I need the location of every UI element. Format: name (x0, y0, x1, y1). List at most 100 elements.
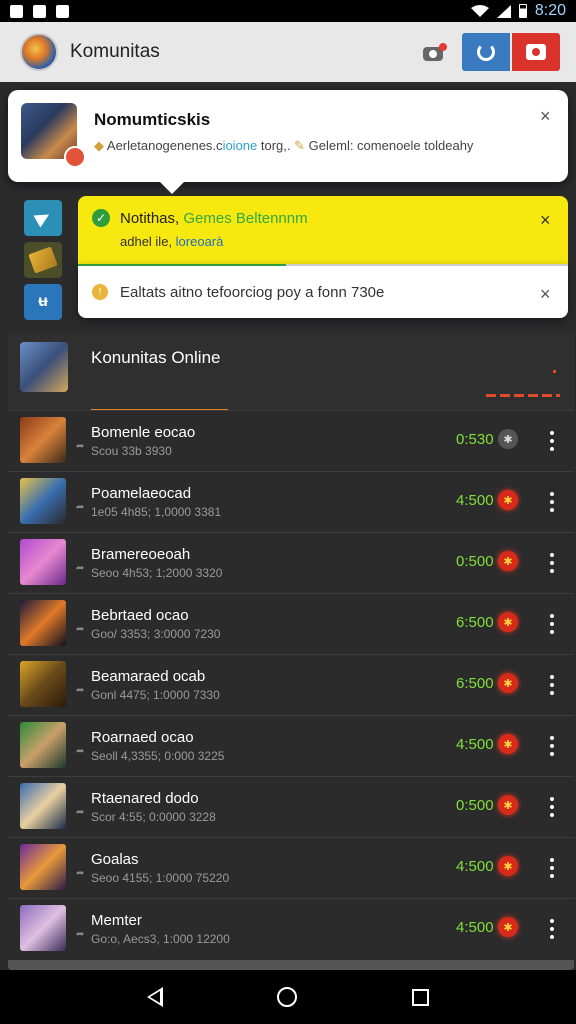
item-thumbnail (20, 478, 66, 524)
item-thumbnail (20, 783, 66, 829)
status-time: 8:20 (534, 2, 566, 19)
ticket-shortcut[interactable] (24, 242, 62, 278)
more-icon[interactable] (544, 795, 560, 819)
section-header: Konunitas Online (8, 332, 574, 412)
notification-subtitle: ◆ Aerletanogenenes.cioione torg,. ✎ Gele… (94, 138, 474, 153)
info-alert[interactable]: ! Ealtats aitno tefoorciog poy a fonn 73… (78, 264, 568, 318)
more-icon[interactable] (544, 612, 560, 636)
list-item[interactable]: ➦ Beamaraed ocab Gonl 4475; 1:0000 7330 6:5… (8, 654, 574, 715)
item-thumbnail (20, 539, 66, 585)
item-badge-icon: ✱ (498, 551, 518, 571)
item-badge-icon: ✱ (498, 490, 518, 510)
wifi-icon (470, 5, 489, 17)
list-item[interactable]: ➦ Bomenle eocao Scou 33b 3930 0:530 ✱ (8, 410, 574, 471)
list-item[interactable]: ➦ Goalas Seoo 4155; 1:0000 75220 4:500 ✱ (8, 837, 574, 898)
item-thumbnail (20, 661, 66, 707)
item-score: 6:500 (456, 675, 494, 692)
more-icon[interactable] (544, 734, 560, 758)
item-badge-icon: ✱ (498, 795, 518, 815)
app-logo[interactable] (20, 33, 58, 71)
ticket-icon (28, 246, 58, 274)
status-dashes (486, 394, 560, 397)
item-badge-icon: ✱ (498, 612, 518, 632)
chat-icon (526, 44, 546, 60)
list-item[interactable]: ➦ Rtaenared dodo Scor 4:55; 0:0000 3228 0:5… (8, 776, 574, 837)
share-icon: ➦ (76, 685, 85, 696)
section-thumbnail (20, 342, 68, 392)
more-icon[interactable] (544, 490, 560, 514)
list-bottom-edge (8, 960, 574, 970)
item-subtitle: Scou 33b 3930 (91, 444, 172, 458)
app-bar: Komunitas (0, 22, 576, 82)
notification-title: Nomumticskis (94, 110, 211, 129)
share-icon: ➦ (76, 807, 85, 818)
check-icon: ✓ (92, 209, 110, 227)
alert-title: Notithas, Gemes Beltennnm (120, 210, 308, 227)
close-icon[interactable]: × (540, 284, 551, 305)
item-score: 4:500 (456, 492, 494, 509)
share-icon: ➦ (76, 563, 85, 574)
pin-icon: ◆ (94, 138, 107, 153)
more-icon[interactable] (544, 856, 560, 880)
info-text: Ealtats aitno tefoorciog poy a fonn 730e (120, 284, 385, 301)
notification-card[interactable]: Nomumticskis ◆ Aerletanogenenes.cioione … (8, 90, 568, 194)
list-item[interactable]: ➦ Bramereoeoah Seoo 4h53; 1;2000 3320 0:500… (8, 532, 574, 593)
notification-icon (33, 4, 46, 18)
brand-shortcut[interactable]: ʉ (24, 284, 62, 320)
more-icon[interactable] (544, 673, 560, 697)
item-title: Bebrtaed ocao (91, 607, 189, 624)
signal-icon (496, 4, 511, 18)
item-badge-icon: ✱ (498, 673, 518, 693)
item-badge-icon: ✱ (498, 734, 518, 754)
side-shortcuts: ʉ (24, 200, 62, 326)
item-badge-icon: ✱ (498, 429, 518, 449)
section-title: Konunitas Online (91, 348, 221, 367)
camera-icon[interactable] (422, 41, 447, 63)
item-score: 0:500 (456, 553, 494, 570)
item-subtitle: Scor 4:55; 0:0000 3228 (91, 810, 216, 824)
list-item[interactable]: ➦ Poamelaeocad 1e05 4h85; 1,0000 3381 4:500… (8, 471, 574, 532)
close-icon[interactable]: × (540, 106, 551, 127)
item-badge-icon: ✱ (498, 856, 518, 876)
item-badge-icon: ✱ (498, 917, 518, 937)
success-alert[interactable]: ✓ Notithas, Gemes Beltennnm adhel ile, l… (78, 196, 568, 264)
item-thumbnail (20, 600, 66, 646)
more-icon[interactable] (544, 917, 560, 941)
item-subtitle: Seoo 4h53; 1;2000 3320 (91, 566, 223, 580)
chat-button[interactable] (512, 33, 560, 71)
info-icon: ! (92, 284, 108, 300)
share-icon: ➦ (76, 502, 85, 513)
share-icon: ➦ (76, 746, 85, 757)
alert-progress (78, 264, 286, 266)
more-icon[interactable] (544, 429, 560, 453)
item-title: Bramereoeoah (91, 546, 191, 563)
list-item[interactable]: ➦ Roarnaed ocao Seoll 4,3355; 0:000 3225 4:… (8, 715, 574, 776)
refresh-icon (477, 43, 495, 61)
back-icon[interactable] (147, 987, 164, 1007)
home-icon[interactable] (277, 987, 298, 1007)
battery-icon (518, 4, 527, 18)
more-icon[interactable] (544, 551, 560, 575)
notification-badge (64, 146, 86, 168)
alert-subtitle: adhel ile, loreoarà (120, 234, 224, 249)
refresh-button[interactable] (462, 33, 510, 71)
item-thumbnail (20, 905, 66, 951)
item-score: 0:500 (456, 797, 494, 814)
system-nav-bar (0, 970, 576, 1024)
item-subtitle: Seoll 4,3355; 0:000 3225 (91, 749, 225, 763)
list-item[interactable]: ➦ Bebrtaed ocao Goo/ 3353; 3:0000 7230 6:50… (8, 593, 574, 654)
send-icon (33, 208, 53, 228)
app-title: Komunitas (70, 41, 160, 62)
item-title: Memter (91, 912, 142, 929)
item-score: 0:530 (456, 431, 494, 448)
telegram-shortcut[interactable] (24, 200, 62, 236)
share-icon: ➦ (76, 929, 85, 940)
community-list: ➦ Bomenle eocao Scou 33b 3930 0:530 ✱ ➦ Poamel… (8, 410, 574, 959)
item-subtitle: Gonl 4475; 1:0000 7330 (91, 688, 220, 702)
pencil-icon: ✎ (294, 138, 306, 153)
recents-icon[interactable] (411, 988, 429, 1006)
list-item[interactable]: ➦ Memter Go:o, Aecs3, 1:000 12200 4:500 ✱ (8, 898, 574, 959)
close-icon[interactable]: × (540, 210, 551, 231)
brand-icon: ʉ (38, 293, 48, 310)
share-icon: ➦ (76, 441, 85, 452)
